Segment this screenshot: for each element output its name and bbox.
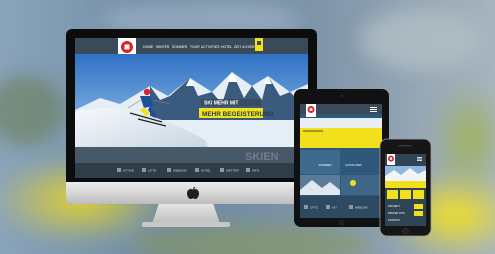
phone-icon-row	[387, 190, 424, 199]
header-badge[interactable]	[255, 38, 263, 51]
site-footer-bar	[75, 163, 308, 178]
tablet-screen: SKIGEBIET ACTIVE PARK LIFTE SKI WEBCAM	[300, 104, 382, 218]
footer-link-hotel[interactable]: HOTEL	[201, 169, 211, 173]
desktop-screen: HOME WINTER SOMMER TOUR ACTIVITIES HOTEL…	[75, 38, 308, 178]
footer-link-wetter[interactable]: WETTER	[226, 169, 239, 173]
tablet-tile-active-park[interactable]	[341, 150, 382, 174]
phone-menu-kontakt[interactable]: KONTAKT	[388, 218, 400, 222]
phone-logo[interactable]	[387, 154, 395, 165]
active-icon	[117, 168, 121, 172]
nav-item-tour[interactable]: TOUR	[190, 45, 200, 49]
phone-quick-link-3[interactable]	[413, 190, 424, 199]
phone-menu-projekt[interactable]: PROJEKT	[388, 204, 400, 208]
phone-menu-badge	[414, 211, 423, 216]
hero-line-2: MEHR BEGEISTERUNG	[202, 111, 274, 118]
phone-quick-link-1[interactable]	[387, 190, 398, 199]
lift-icon	[142, 168, 146, 172]
hero-watermark: SKIEN	[245, 151, 279, 163]
nav-item-home[interactable]: HOME	[143, 45, 154, 49]
tablet-footer-lifte[interactable]: LIFTE	[310, 206, 318, 210]
footer-link-info[interactable]: INFO	[252, 169, 260, 173]
footer-link-webcam[interactable]: WEBCAM	[173, 169, 187, 173]
ski-icon	[326, 205, 330, 209]
weather-icon	[220, 168, 224, 172]
tablet-device: SKIGEBIET ACTIVE PARK LIFTE SKI WEBCAM	[294, 89, 389, 227]
phone-device: PROJEKT WINTER TIPS KONTAKT	[379, 138, 432, 237]
tablet-footer-ski[interactable]: SKI	[332, 206, 337, 210]
phone-home-button[interactable]	[402, 227, 409, 235]
tablet-logo[interactable]	[306, 104, 316, 117]
phone-yellow-banner	[385, 181, 426, 188]
menu-icon[interactable]	[370, 107, 377, 112]
webcam-icon	[349, 205, 353, 209]
hotel-icon	[195, 168, 199, 172]
tablet-tile-skigebiet-label: SKIGEBIET	[318, 163, 332, 167]
webcam-icon	[167, 168, 171, 172]
nav-item-sommer[interactable]: SOMMER	[172, 45, 188, 49]
phone-screen: PROJEKT WINTER TIPS KONTAKT	[385, 154, 426, 226]
nav-item-winter[interactable]: WINTER	[156, 45, 170, 49]
lift-icon	[304, 205, 308, 209]
tablet-home-button[interactable]	[338, 219, 345, 226]
footer-link-active[interactable]: ACTIVE	[123, 169, 134, 173]
desktop-monitor: HOME WINTER SOMMER TOUR ACTIVITIES HOTEL…	[66, 29, 317, 227]
nav-item-hotel[interactable]: HOTEL	[221, 45, 232, 49]
showcase-scene: HOME WINTER SOMMER TOUR ACTIVITIES HOTEL…	[0, 0, 495, 254]
info-icon	[246, 168, 250, 172]
hero-line-1: SKI MEHR MIT	[204, 101, 238, 107]
tablet-footer-webcam[interactable]: WEBCAM	[355, 206, 368, 210]
nav-item-activities[interactable]: ACTIVITIES	[201, 45, 220, 49]
footer-link-lifte[interactable]: LIFTE	[148, 169, 156, 173]
tablet-tile-active-park-label: ACTIVE PARK	[345, 163, 362, 167]
phone-menu-winter-tips[interactable]: WINTER TIPS	[388, 211, 405, 215]
tablet-tile-skigebiet[interactable]	[300, 150, 340, 174]
tablet-camera	[340, 94, 343, 98]
phone-speaker	[398, 145, 412, 147]
phone-menu-badge	[414, 204, 423, 209]
hero-image: SKI MEHR MIT MEHR BEGEISTERUNG	[75, 54, 308, 159]
monitor-stand-base	[142, 222, 230, 227]
menu-icon[interactable]	[417, 157, 422, 161]
phone-quick-link-2[interactable]	[400, 190, 411, 199]
tablet-tile-photo-2[interactable]	[341, 175, 382, 195]
main-nav: HOME WINTER SOMMER TOUR ACTIVITIES HOTEL…	[143, 45, 261, 49]
device-mockup-canvas: HOME WINTER SOMMER TOUR ACTIVITIES HOTEL…	[0, 0, 495, 254]
ski-lift-icon	[350, 180, 356, 186]
